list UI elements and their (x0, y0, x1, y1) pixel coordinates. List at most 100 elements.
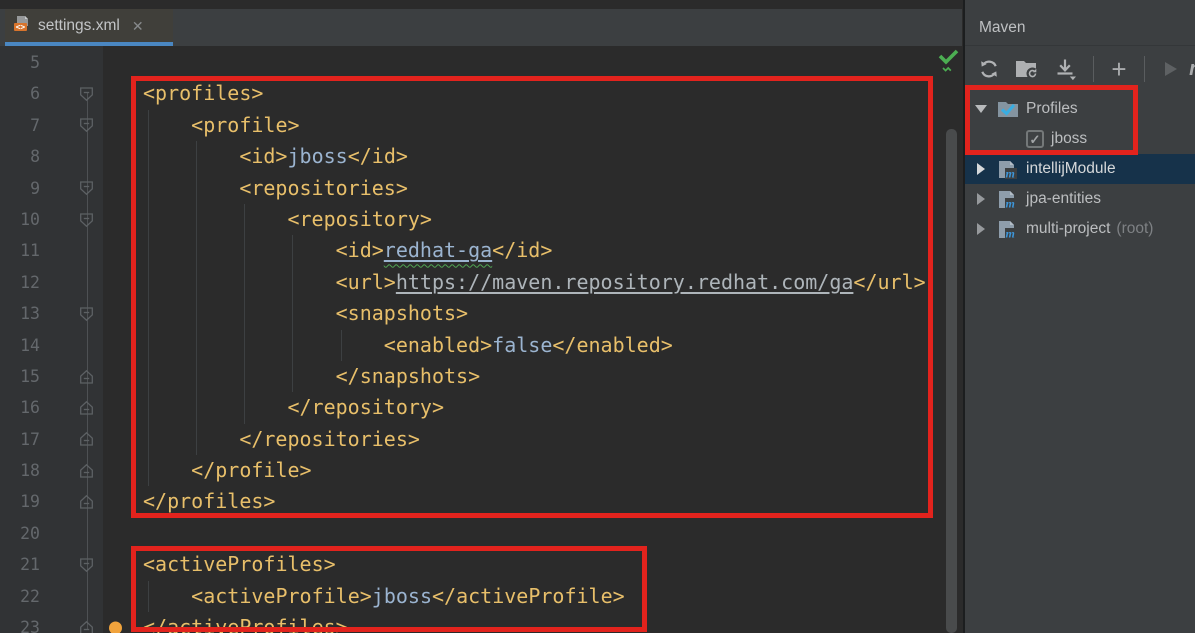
code-text: <url>https://maven.repository.redhat.com… (143, 267, 962, 298)
tree-item-label: jboss (1051, 130, 1087, 148)
download-sources-icon[interactable] (1054, 57, 1078, 81)
run-icon[interactable] (1160, 57, 1180, 81)
chevron-down-icon[interactable] (974, 105, 988, 113)
code-line[interactable]: 6<profiles> (0, 78, 962, 109)
tab-label: settings.xml (38, 17, 120, 35)
inspections-ok-icon[interactable] (935, 46, 961, 76)
code-text: </profile> (143, 455, 962, 486)
fold-end-icon[interactable] (79, 463, 94, 478)
code-segment: redhat-ga (384, 238, 492, 262)
code-line[interactable]: 20 (0, 518, 962, 549)
maven-tree-item-profiles[interactable]: Profiles (965, 94, 1195, 124)
code-segment: </id> (492, 238, 552, 262)
fold-start-icon[interactable] (79, 306, 94, 321)
reimport-icon[interactable] (978, 57, 1000, 81)
line-number: 21 (0, 549, 40, 580)
code-line[interactable]: 17</repositories> (0, 424, 962, 455)
code-segment: jboss (372, 584, 432, 608)
editor-scrollbar[interactable] (946, 129, 957, 633)
toolbar-separator (1093, 56, 1094, 82)
code-line[interactable]: 9<repositories> (0, 173, 962, 204)
svg-text:m: m (1006, 197, 1015, 210)
code-text: <profile> (143, 110, 962, 141)
code-text: </repositories> (143, 424, 962, 455)
profile-checkbox[interactable]: ✓ (1026, 130, 1044, 148)
line-number: 7 (0, 110, 40, 141)
code-line[interactable]: 23</activeProfiles> (0, 612, 962, 633)
code-segment: </snapshots> (336, 364, 481, 388)
code-segment: https://maven.repository.redhat.com/ga (396, 270, 854, 294)
code-segment: <id> (239, 144, 287, 168)
maven-module-icon: m (997, 219, 1019, 239)
chevron-right-icon[interactable] (974, 223, 988, 235)
fold-start-icon[interactable] (79, 87, 94, 102)
line-number: 18 (0, 455, 40, 486)
code-text: </activeProfiles> (143, 612, 962, 633)
xml-file-icon: <> (13, 15, 30, 37)
fold-end-icon[interactable] (79, 400, 94, 415)
maven-tree-item-intellijmodule[interactable]: mintellijModule (965, 154, 1195, 184)
tree-item-label: jpa-entities (1026, 190, 1101, 208)
code-segment: <profile> (191, 113, 299, 137)
line-number: 13 (0, 298, 40, 329)
line-number: 14 (0, 330, 40, 361)
execute-goal-icon[interactable]: m (1186, 57, 1195, 81)
code-line[interactable]: 12<url>https://maven.repository.redhat.c… (0, 267, 962, 298)
fold-start-icon[interactable] (79, 181, 94, 196)
line-number: 15 (0, 361, 40, 392)
line-number: 16 (0, 392, 40, 423)
code-line[interactable]: 7 <profile> (0, 110, 962, 141)
fold-start-icon[interactable] (79, 557, 94, 572)
fold-end-icon[interactable] (79, 369, 94, 384)
code-segment: jboss (287, 144, 347, 168)
maven-tree-item-jpa-entities[interactable]: m jpa-entities (965, 184, 1195, 214)
code-segment: </activeProfiles> (143, 615, 348, 633)
code-line[interactable]: 16</repository> (0, 392, 962, 423)
code-line[interactable]: 18 </profile> (0, 455, 962, 486)
fold-start-icon[interactable] (79, 118, 94, 133)
maven-toolbar: +m (965, 47, 1195, 91)
code-segment: </id> (348, 144, 408, 168)
code-line[interactable]: 14<enabled>false</enabled> (0, 330, 962, 361)
code-text (143, 47, 962, 78)
line-number: 19 (0, 486, 40, 517)
svg-text:m: m (1006, 227, 1015, 240)
editor-tab-bar: <> settings.xml ✕ (0, 9, 962, 46)
generate-sources-icon[interactable] (1015, 57, 1039, 81)
tree-item-suffix: (root) (1116, 220, 1153, 238)
code-line[interactable]: 11<id>redhat-ga</id> (0, 235, 962, 266)
code-segment: false (492, 333, 552, 357)
line-number: 20 (0, 518, 40, 549)
add-maven-project-icon[interactable]: + (1109, 57, 1129, 81)
chevron-right-icon[interactable] (974, 193, 988, 205)
chevron-right-icon[interactable] (974, 163, 988, 175)
close-icon[interactable]: ✕ (132, 19, 144, 33)
fold-start-icon[interactable] (79, 212, 94, 227)
code-line[interactable]: 15 </snapshots> (0, 361, 962, 392)
maven-tree-item-multi-project[interactable]: mmulti-project(root) (965, 214, 1195, 244)
code-line[interactable]: 13<snapshots> (0, 298, 962, 329)
modified-line-dot-icon (109, 621, 122, 633)
code-line[interactable]: 5 (0, 47, 962, 78)
tab-settings-xml[interactable]: <> settings.xml ✕ (5, 9, 173, 46)
code-line[interactable]: 10<repository> (0, 204, 962, 235)
tree-item-label: intellijModule (1026, 160, 1116, 178)
code-line[interactable]: 8<id>jboss</id> (0, 141, 962, 172)
code-text: <id>redhat-ga</id> (143, 235, 962, 266)
fold-end-icon[interactable] (79, 495, 94, 510)
code-line[interactable]: 19</profiles> (0, 486, 962, 517)
editor-pane: <> settings.xml ✕ 56<profiles>7 <profile>… (0, 0, 962, 633)
code-line[interactable]: 21<activeProfiles> (0, 549, 962, 580)
maven-tree-item-jboss[interactable]: ✓ jboss (965, 124, 1195, 154)
code-segment: </url> (853, 270, 925, 294)
fold-end-icon[interactable] (79, 620, 94, 633)
code-line[interactable]: 22<activeProfile>jboss</activeProfile> (0, 581, 962, 612)
code-text (143, 518, 962, 549)
fold-end-icon[interactable] (79, 432, 94, 447)
line-number: 10 (0, 204, 40, 235)
svg-text:<>: <> (16, 22, 26, 31)
line-number: 9 (0, 173, 40, 204)
line-number: 6 (0, 78, 40, 109)
code-text: <id>jboss</id> (143, 141, 962, 172)
editor-lines: 56<profiles>7 <profile> 8<id>jboss</id>9<r… (0, 47, 962, 633)
